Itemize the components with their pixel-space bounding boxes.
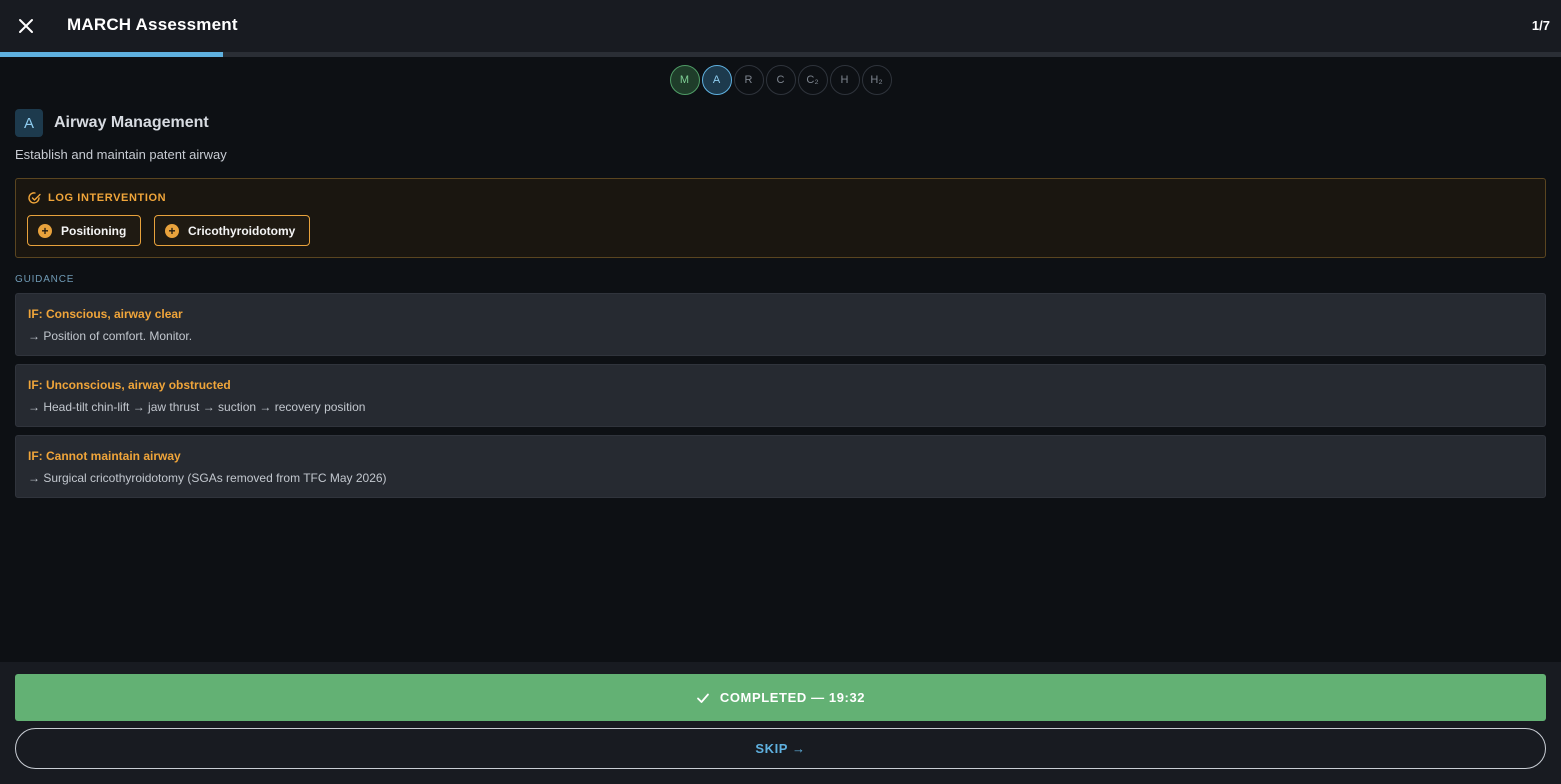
- guidance-card: IF: Conscious, airway clear → Position o…: [15, 293, 1546, 356]
- step-a[interactable]: A: [701, 65, 732, 95]
- step-indicator: M A R C C₂ H H₂: [0, 65, 1561, 95]
- completed-button[interactable]: COMPLETED — 19:32: [15, 674, 1546, 721]
- skip-button[interactable]: SKIP →: [15, 728, 1546, 769]
- guidance-card: IF: Cannot maintain airway → Surgical cr…: [15, 435, 1546, 498]
- section-description: Establish and maintain patent airway: [15, 147, 227, 162]
- checkmark-icon: [696, 693, 709, 703]
- plus-circle-icon: +: [165, 223, 179, 238]
- positioning-button[interactable]: + Positioning: [27, 215, 142, 246]
- footer-actions: COMPLETED — 19:32 SKIP →: [0, 662, 1561, 784]
- section-title: Airway Management: [54, 114, 209, 131]
- guidance-heading: GUIDANCE: [15, 274, 75, 285]
- step-m[interactable]: M: [669, 65, 700, 95]
- progress-bar: [0, 52, 1561, 57]
- step-h[interactable]: H: [829, 65, 860, 95]
- step-r[interactable]: R: [733, 65, 764, 95]
- step-counter: 1/7: [1531, 18, 1550, 33]
- guidance-action: → Position of comfort. Monitor.: [28, 329, 193, 343]
- guidance-action: → Head-tilt chin-lift → jaw thrust → suc…: [28, 400, 366, 414]
- guidance-card: IF: Unconscious, airway obstructed → Hea…: [15, 364, 1546, 427]
- cricothyroidotomy-label: Cricothyroidotomy: [188, 223, 296, 238]
- guidance-condition: IF: Conscious, airway clear: [28, 307, 183, 321]
- step-c[interactable]: C: [765, 65, 796, 95]
- page-title: MARCH Assessment: [67, 15, 238, 34]
- positioning-label: Positioning: [61, 223, 127, 238]
- step-c2[interactable]: C₂: [797, 65, 828, 95]
- guidance-action: → Surgical cricothyroidotomy (SGAs remov…: [28, 471, 387, 485]
- plus-circle-icon: +: [38, 223, 52, 238]
- close-icon: [19, 19, 33, 33]
- guidance-condition: IF: Unconscious, airway obstructed: [28, 378, 231, 392]
- section-header: A Airway Management: [15, 109, 209, 137]
- completed-label: COMPLETED — 19:32: [719, 690, 866, 705]
- section-badge: A: [15, 109, 43, 137]
- cricothyroidotomy-button[interactable]: + Cricothyroidotomy: [154, 215, 311, 246]
- log-intervention-header: LOG INTERVENTION: [28, 191, 166, 205]
- step-h2[interactable]: H₂: [861, 65, 892, 95]
- log-intervention-label: LOG INTERVENTION: [48, 192, 167, 204]
- log-intervention-panel: LOG INTERVENTION + Positioning + Cricoth…: [15, 178, 1546, 258]
- guidance-condition: IF: Cannot maintain airway: [28, 449, 181, 463]
- edit-check-icon: [28, 192, 41, 204]
- close-button[interactable]: [14, 14, 38, 38]
- progress-bar-fill: [0, 52, 224, 57]
- app-header: MARCH Assessment 1/7: [0, 0, 1561, 52]
